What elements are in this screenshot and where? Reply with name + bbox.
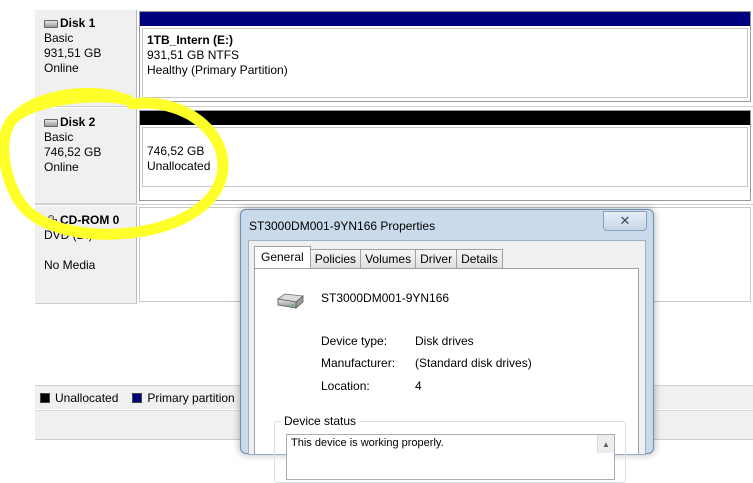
disk-1-partition[interactable]: 1TB_Intern (E:) 931,51 GB NTFS Healthy (… bbox=[139, 11, 751, 102]
tab-volumes[interactable]: Volumes bbox=[360, 249, 417, 268]
cdrom-label[interactable]: CD-ROM 0 DVD (D:) No Media bbox=[35, 206, 137, 304]
device-status-text: This device is working properly. bbox=[291, 437, 444, 449]
device-status-textbox[interactable]: This device is working properly. ▲ bbox=[286, 434, 615, 480]
properties-dialog[interactable]: ST3000DM001-9YN166 Properties ✕ General … bbox=[240, 209, 654, 483]
disk-media: No Media bbox=[44, 258, 96, 272]
partition-state: Unallocated bbox=[147, 159, 211, 173]
disk-name: Disk 1 bbox=[60, 16, 96, 30]
device-status-group: Device status This device is working pro… bbox=[274, 414, 626, 483]
general-tab-panel: ST3000DM001-9YN166 Device type: Disk dri… bbox=[254, 268, 639, 483]
disk-type: Basic bbox=[44, 130, 74, 144]
tab-general[interactable]: General bbox=[254, 246, 311, 268]
disk-status: Online bbox=[44, 160, 79, 174]
tab-driver[interactable]: Driver bbox=[415, 249, 458, 268]
dialog-title: ST3000DM001-9YN166 Properties bbox=[249, 219, 436, 233]
legend-swatch bbox=[40, 392, 50, 403]
disk-size: 746,52 GB bbox=[44, 145, 102, 159]
scroll-up-arrow-icon[interactable]: ▲ bbox=[597, 435, 614, 453]
partition-bar bbox=[140, 111, 750, 125]
partition-size: 746,52 GB bbox=[147, 144, 205, 158]
partition-health: Healthy (Primary Partition) bbox=[147, 63, 288, 77]
manufacturer-value: (Standard disk drives) bbox=[415, 356, 532, 370]
tab-policies[interactable]: Policies bbox=[309, 249, 362, 268]
manufacturer-label: Manufacturer: bbox=[321, 356, 396, 370]
device-name: ST3000DM001-9YN166 bbox=[321, 291, 450, 305]
hard-disk-icon bbox=[44, 118, 58, 127]
device-status-heading: Device status bbox=[281, 414, 360, 428]
disk-1-label[interactable]: Disk 1 Basic 931,51 GB Online bbox=[35, 10, 137, 107]
hard-drive-device-icon bbox=[276, 293, 304, 309]
tab-strip: General Policies Volumes Driver Details bbox=[254, 246, 503, 268]
disk-2-label[interactable]: Disk 2 Basic 746,52 GB Online bbox=[35, 108, 137, 204]
cdrom-icon bbox=[44, 214, 58, 227]
location-value: 4 bbox=[415, 379, 422, 393]
disk-2-partition[interactable]: 746,52 GB Unallocated bbox=[139, 110, 751, 201]
partition-bar bbox=[140, 12, 750, 26]
legend-item-primary: Primary partition bbox=[132, 390, 235, 405]
location-label: Location: bbox=[321, 379, 370, 393]
tab-details[interactable]: Details bbox=[456, 249, 503, 268]
hard-disk-icon bbox=[44, 19, 58, 28]
disk-type: Basic bbox=[44, 31, 74, 45]
close-button[interactable]: ✕ bbox=[603, 211, 647, 231]
partition-size: 931,51 GB NTFS bbox=[147, 48, 240, 62]
legend-label: Primary partition bbox=[147, 390, 235, 405]
divider bbox=[35, 106, 753, 107]
dialog-body: General Policies Volumes Driver Details … bbox=[248, 240, 646, 483]
legend-item-unallocated: Unallocated bbox=[40, 391, 118, 405]
device-type-value: Disk drives bbox=[415, 334, 474, 348]
partition-name: 1TB_Intern (E:) bbox=[147, 33, 234, 47]
device-type-label: Device type: bbox=[321, 334, 388, 348]
divider bbox=[35, 204, 753, 205]
close-icon: ✕ bbox=[619, 213, 631, 228]
disk-type: DVD (D:) bbox=[44, 228, 93, 242]
disk-name: Disk 2 bbox=[60, 115, 96, 129]
legend-label: Unallocated bbox=[55, 390, 119, 405]
disk-status: Online bbox=[44, 61, 79, 75]
disk-size: 931,51 GB bbox=[44, 46, 102, 60]
legend-swatch bbox=[132, 392, 143, 403]
disk-name: CD-ROM 0 bbox=[60, 213, 120, 227]
